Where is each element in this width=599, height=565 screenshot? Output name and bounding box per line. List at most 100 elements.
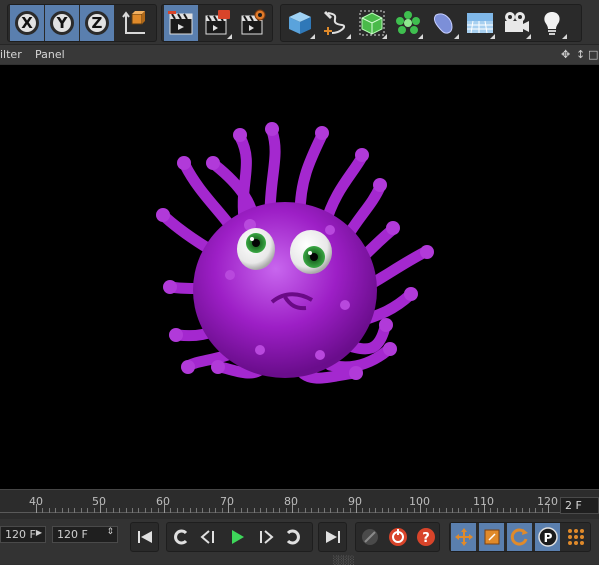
spline-pen-button[interactable] xyxy=(319,5,353,41)
ruler-tick xyxy=(414,508,415,513)
tick-label: 50 xyxy=(92,495,106,508)
key-tracks-group: P xyxy=(449,522,591,552)
render-group xyxy=(161,4,273,42)
ruler-tick xyxy=(433,508,434,513)
ruler-tick xyxy=(490,508,491,513)
cube-button[interactable] xyxy=(283,5,317,41)
ruler-tick xyxy=(497,508,498,513)
floor-button[interactable] xyxy=(463,5,497,41)
ruler-tick xyxy=(542,508,543,513)
ruler-tick xyxy=(369,508,370,513)
ruler-tick xyxy=(87,508,88,513)
light-button[interactable] xyxy=(535,5,569,41)
cube-icon xyxy=(289,12,311,34)
ruler-tick xyxy=(49,508,50,513)
move-view-icon[interactable]: ✥ xyxy=(561,48,570,61)
ruler-tick xyxy=(234,508,235,513)
ruler-tick xyxy=(254,508,255,513)
goto-end-icon xyxy=(325,531,340,543)
ruler-tick xyxy=(260,508,261,513)
cloner-button[interactable] xyxy=(391,5,425,41)
render-view-button[interactable] xyxy=(164,5,198,41)
ruler-tick xyxy=(330,508,331,513)
goto-start-button[interactable] xyxy=(132,523,157,551)
ruler-tick xyxy=(286,508,287,513)
ruler-tick xyxy=(279,508,280,513)
ruler-tick xyxy=(535,508,536,513)
submenu-corner-icon xyxy=(526,34,531,39)
y-axis-button[interactable]: Y xyxy=(45,5,79,41)
deformer-button[interactable] xyxy=(427,5,461,41)
next-key-icon xyxy=(286,529,300,545)
ruler-baseline xyxy=(0,512,560,513)
subdivision-button[interactable] xyxy=(355,5,389,41)
deformer-icon xyxy=(433,13,453,34)
autokeying-button[interactable] xyxy=(385,523,410,551)
axis-lock-group: X Y Z xyxy=(7,4,157,42)
ruler-tick xyxy=(158,508,159,513)
keyframe-selection-button[interactable]: ? xyxy=(413,523,438,551)
current-frame-field[interactable]: 2 F xyxy=(560,497,599,514)
maximize-view-icon[interactable]: □ xyxy=(588,48,598,61)
ruler-tick xyxy=(446,508,447,513)
menu-filter[interactable]: ilter xyxy=(0,48,22,61)
ruler-tick xyxy=(318,508,319,513)
render-to-picture-viewer-button[interactable] xyxy=(200,5,234,41)
ruler-tick xyxy=(183,508,184,513)
render-settings-button[interactable] xyxy=(236,5,270,41)
play-forward-button[interactable] xyxy=(224,523,249,551)
playback-group xyxy=(166,522,313,552)
ruler-tick xyxy=(503,508,504,513)
point-level-key-button[interactable] xyxy=(563,523,588,551)
ruler-tick xyxy=(522,508,523,513)
ruler-tick xyxy=(190,508,191,513)
ruler-tick xyxy=(42,508,43,513)
preview-end-field[interactable]: 120 F ⇕ xyxy=(52,526,118,543)
submenu-corner-icon xyxy=(310,34,315,39)
camera-button[interactable] xyxy=(499,5,533,41)
position-key-button[interactable] xyxy=(451,523,476,551)
camera-icon xyxy=(505,12,529,32)
tick-label: 90 xyxy=(348,495,362,508)
x-axis-button[interactable]: X xyxy=(10,5,44,41)
parameter-key-button[interactable]: P xyxy=(535,523,560,551)
step-back-button[interactable] xyxy=(196,523,221,551)
ruler-tick xyxy=(388,508,389,513)
rotation-key-button[interactable] xyxy=(507,523,532,551)
z-axis-button[interactable]: Z xyxy=(80,5,114,41)
scale-key-button[interactable] xyxy=(479,523,504,551)
goto-start-group xyxy=(130,522,159,552)
svg-text:P: P xyxy=(543,531,552,545)
editor-viewport[interactable] xyxy=(0,65,599,489)
timeline-ruler[interactable]: 40 50 60 70 80 90 100 110 120 xyxy=(0,489,599,520)
ruler-tick xyxy=(266,508,267,513)
step-forward-button[interactable] xyxy=(252,523,277,551)
ruler-tick xyxy=(126,508,127,513)
goto-next-key-button[interactable] xyxy=(280,523,305,551)
record-active-objects-button[interactable] xyxy=(357,523,382,551)
tick-label: 40 xyxy=(29,495,43,508)
right-eye xyxy=(290,230,332,274)
ruler-tick xyxy=(241,508,242,513)
ruler-tick xyxy=(113,508,114,513)
ruler-tick xyxy=(401,508,402,513)
goto-prev-key-button[interactable] xyxy=(168,523,193,551)
prev-key-icon xyxy=(173,529,187,545)
preview-start-value: 120 F xyxy=(5,528,36,541)
ruler-tick xyxy=(343,508,344,513)
ruler-tick xyxy=(62,508,63,513)
goto-end-button[interactable] xyxy=(320,523,345,551)
zoom-view-icon[interactable]: ↕ xyxy=(576,48,585,61)
tick-label: 60 xyxy=(156,495,170,508)
coordinate-system-button[interactable] xyxy=(118,5,152,41)
ruler-tick xyxy=(222,508,223,513)
x-axis-label: X xyxy=(15,11,39,35)
submenu-corner-icon xyxy=(418,34,423,39)
menu-panel[interactable]: Panel xyxy=(35,48,65,61)
ruler-tick xyxy=(138,508,139,513)
virus-character[interactable] xyxy=(156,122,434,384)
y-axis-label: Y xyxy=(50,11,74,35)
z-axis-label: Z xyxy=(85,11,109,35)
preview-start-field[interactable]: 120 F ▶ xyxy=(0,526,46,543)
ruler-tick xyxy=(196,508,197,513)
